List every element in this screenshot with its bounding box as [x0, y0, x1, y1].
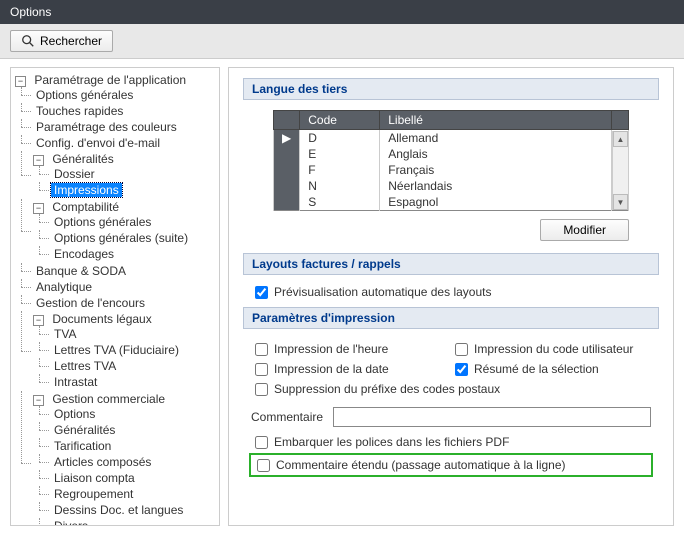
tree-node-tarification[interactable]: Tarification [51, 439, 114, 453]
scroll-down-icon[interactable]: ▼ [613, 194, 628, 210]
check-resume-sel[interactable] [455, 363, 468, 376]
check-resume-sel-label: Résumé de la sélection [474, 362, 599, 376]
check-commentaire-etendu-label: Commentaire étendu (passage automatique … [276, 458, 566, 472]
section-langue-tiers: Langue des tiers [243, 78, 659, 100]
tree-node-analytique[interactable]: Analytique [33, 280, 95, 294]
check-imp-date[interactable] [255, 363, 268, 376]
expand-icon[interactable]: − [33, 395, 44, 406]
expand-icon[interactable]: − [33, 203, 44, 214]
tree-node-touches[interactable]: Touches rapides [33, 104, 126, 118]
window-title: Options [10, 5, 51, 19]
tree-node-dossier[interactable]: Dossier [51, 167, 98, 181]
tree-node-opt-gen[interactable]: Options générales [33, 88, 136, 102]
tree-node-intrastat[interactable]: Intrastat [51, 375, 100, 389]
tree-node-banque-soda[interactable]: Banque & SODA [33, 264, 129, 278]
table-row: EAnglais [274, 146, 629, 162]
tree-node-generalites2[interactable]: Généralités [51, 423, 118, 437]
tree-node-param-app[interactable]: Paramétrage de l'application [31, 73, 189, 87]
check-imp-code-user-label: Impression du code utilisateur [474, 342, 633, 356]
expand-icon[interactable]: − [15, 76, 26, 87]
check-supp-prefixe[interactable] [255, 383, 268, 396]
tree-node-encours[interactable]: Gestion de l'encours [33, 296, 148, 310]
tree-node-lettres-tva-fid[interactable]: Lettres TVA (Fiduciaire) [51, 343, 182, 357]
tree-node-articles[interactable]: Articles composés [51, 455, 154, 469]
search-icon [21, 34, 35, 48]
tree-node-couleurs[interactable]: Paramétrage des couleurs [33, 120, 180, 134]
col-libelle[interactable]: Libellé [380, 111, 612, 130]
search-button[interactable]: Rechercher [10, 30, 113, 52]
commentaire-input[interactable] [333, 407, 651, 427]
expand-icon[interactable]: − [33, 315, 44, 326]
tree-node-opt-gen2[interactable]: Options générales [51, 215, 154, 229]
table-row: NNéerlandais [274, 178, 629, 194]
tree-node-encodages[interactable]: Encodages [51, 247, 117, 261]
expand-icon[interactable]: − [33, 155, 44, 166]
search-button-label: Rechercher [40, 34, 102, 48]
tree-node-generalites[interactable]: Généralités [49, 152, 116, 166]
tree-node-opt-gen-suite[interactable]: Options générales (suite) [51, 231, 191, 245]
check-supp-prefixe-label: Suppression du préfixe des codes postaux [274, 382, 500, 396]
tree-node-dessins[interactable]: Dessins Doc. et langues [51, 503, 186, 517]
settings-panel: Langue des tiers Code Libellé ▶DAllemand… [228, 67, 674, 526]
tree-node-lettres-tva[interactable]: Lettres TVA [51, 359, 119, 373]
modifier-button[interactable]: Modifier [540, 219, 629, 241]
table-scrollbar[interactable]: ▲ ▼ [612, 131, 628, 210]
tree-node-impressions[interactable]: Impressions [51, 183, 122, 197]
toolbar: Rechercher [0, 24, 684, 59]
check-imp-heure[interactable] [255, 343, 268, 356]
check-imp-code-user[interactable] [455, 343, 468, 356]
nav-tree[interactable]: − Paramétrage de l'application Options g… [10, 67, 220, 526]
check-embarquer-polices-label: Embarquer les polices dans les fichiers … [274, 435, 509, 449]
tree-node-compta[interactable]: Comptabilité [49, 200, 122, 214]
table-row: FFrançais [274, 162, 629, 178]
window-titlebar: Options [0, 0, 684, 24]
section-params: Paramètres d'impression [243, 307, 659, 329]
check-previ-layouts-label: Prévisualisation automatique des layouts [274, 285, 491, 299]
check-imp-heure-label: Impression de l'heure [274, 342, 388, 356]
tree-node-email[interactable]: Config. d'envoi d'e-mail [33, 136, 163, 150]
highlighted-option: Commentaire étendu (passage automatique … [249, 453, 653, 477]
commentaire-label: Commentaire [251, 410, 323, 424]
tree-node-liaison[interactable]: Liaison compta [51, 471, 138, 485]
tree-node-gestion-com[interactable]: Gestion commerciale [49, 392, 168, 406]
tree-node-divers[interactable]: Divers [51, 519, 91, 526]
check-embarquer-polices[interactable] [255, 436, 268, 449]
tree-node-regroupement[interactable]: Regroupement [51, 487, 136, 501]
language-table[interactable]: Code Libellé ▶DAllemand EAnglais FFrança… [273, 110, 629, 211]
table-row: SEspagnol [274, 194, 629, 211]
check-previ-layouts[interactable] [255, 286, 268, 299]
table-row: ▶DAllemand [274, 130, 629, 147]
tree-node-tva[interactable]: TVA [51, 327, 79, 341]
col-code[interactable]: Code [300, 111, 380, 130]
check-commentaire-etendu[interactable] [257, 459, 270, 472]
check-imp-date-label: Impression de la date [274, 362, 389, 376]
tree-node-doc-legaux[interactable]: Documents légaux [49, 312, 154, 326]
scroll-up-icon[interactable]: ▲ [613, 131, 628, 147]
section-layouts: Layouts factures / rappels [243, 253, 659, 275]
tree-node-options[interactable]: Options [51, 407, 98, 421]
